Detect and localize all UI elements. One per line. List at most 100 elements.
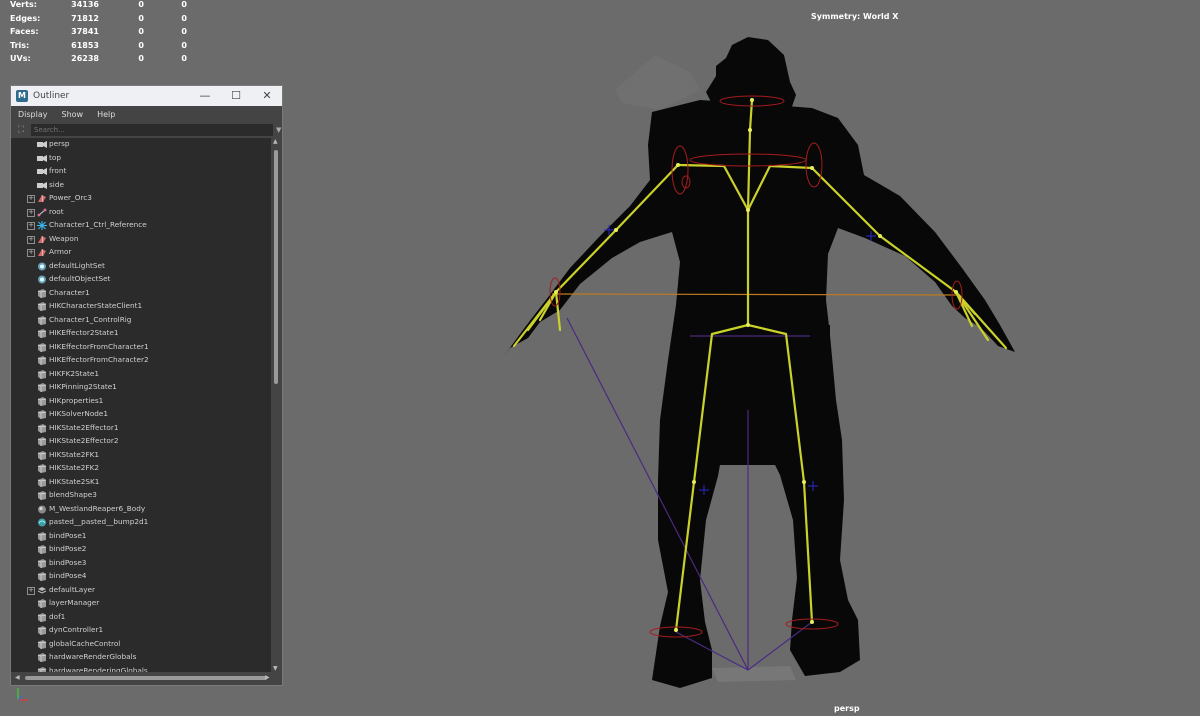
expand-icon[interactable]: +: [27, 208, 35, 217]
outliner-item[interactable]: dynController1: [11, 624, 272, 638]
outliner-item[interactable]: M_WestlandReaper6_Body: [11, 503, 272, 517]
search-options-arrow-icon[interactable]: ▼: [276, 126, 281, 134]
select-search-icon[interactable]: ⛶: [15, 124, 27, 136]
scroll-up-arrow-icon[interactable]: ▲: [273, 138, 278, 145]
outliner-item[interactable]: Character1_ControlRig: [11, 314, 272, 328]
outliner-item[interactable]: bindPose2: [11, 543, 272, 557]
outliner-item[interactable]: HIKEffectorFromCharacter1: [11, 341, 272, 355]
outliner-item-label: Armor: [49, 247, 72, 256]
menu-help[interactable]: Help: [90, 110, 122, 119]
menu-show[interactable]: Show: [55, 110, 91, 119]
node-icon: [37, 356, 47, 365]
node-icon: [37, 396, 47, 406]
outliner-item[interactable]: HIKCharacterStateClient1: [11, 300, 272, 314]
hud-stat-extra: 0: [181, 13, 187, 23]
scroll-left-arrow-icon[interactable]: ◀: [15, 674, 20, 681]
outliner-item[interactable]: front: [11, 165, 272, 179]
outliner-item[interactable]: pasted__pasted__bump2d1: [11, 516, 272, 530]
outliner-item[interactable]: HIKFK2State1: [11, 368, 272, 382]
outliner-item[interactable]: HIKproperties1: [11, 395, 272, 409]
outliner-item[interactable]: + root: [11, 206, 272, 220]
outliner-item[interactable]: HIKState2FK1: [11, 449, 272, 463]
outliner-item[interactable]: HIKState2FK2: [11, 462, 272, 476]
outliner-item-label: bindPose2: [49, 544, 87, 553]
outliner-item[interactable]: persp: [11, 138, 272, 152]
node-icon: [37, 342, 47, 352]
outliner-menubar: Display Show Help: [11, 106, 282, 122]
outliner-item-label: HIKState2Effector2: [49, 436, 119, 445]
outliner-vertical-scrollbar[interactable]: ▲ ▼: [271, 138, 282, 672]
outliner-item[interactable]: + Power_Orc3: [11, 192, 272, 206]
outliner-window[interactable]: M Outliner — ☐ ✕ Display Show Help ⛶ ▼ p…: [10, 85, 283, 686]
outliner-item[interactable]: HIKSolverNode1: [11, 408, 272, 422]
minimize-button[interactable]: —: [191, 86, 219, 106]
axis-gizmo: [17, 688, 28, 701]
set-icon: [37, 275, 47, 284]
outliner-item[interactable]: + defaultLayer: [11, 584, 272, 598]
node-icon: [37, 423, 47, 433]
outliner-item[interactable]: + Weapon: [11, 233, 272, 247]
outliner-horizontal-scrollbar[interactable]: ◀ ▶: [11, 672, 282, 685]
outliner-item[interactable]: HIKPinning2State1: [11, 381, 272, 395]
horizontal-scroll-thumb[interactable]: [25, 676, 267, 680]
outliner-item-label: Power_Orc3: [49, 193, 92, 202]
outliner-title: Outliner: [33, 91, 70, 101]
outliner-search-row: ⛶ ▼: [11, 122, 282, 138]
menu-display[interactable]: Display: [11, 110, 55, 119]
outliner-item[interactable]: HIKEffectorFromCharacter2: [11, 354, 272, 368]
camera-icon: [37, 181, 47, 190]
outliner-item-label: HIKPinning2State1: [49, 382, 117, 391]
outliner-item[interactable]: HIKState2SK1: [11, 476, 272, 490]
outliner-item[interactable]: HIKState2Effector2: [11, 435, 272, 449]
outliner-item[interactable]: HIKState2Effector1: [11, 422, 272, 436]
expand-icon[interactable]: +: [27, 249, 35, 257]
expand-icon[interactable]: +: [27, 222, 35, 230]
bump-icon: [37, 518, 47, 527]
outliner-item[interactable]: defaultObjectSet: [11, 273, 272, 287]
camera-icon: [37, 167, 47, 176]
close-button[interactable]: ✕: [253, 86, 281, 106]
hud-stat-extra: 0: [181, 40, 187, 50]
outliner-titlebar[interactable]: M Outliner — ☐ ✕: [11, 86, 282, 106]
expand-icon[interactable]: +: [27, 586, 35, 595]
hud-stat-selected: 0: [138, 13, 144, 23]
outliner-item-label: defaultObjectSet: [49, 274, 111, 283]
node-icon: [37, 477, 47, 487]
outliner-item[interactable]: layerManager: [11, 597, 272, 611]
outliner-item[interactable]: dof1: [11, 611, 272, 625]
outliner-item[interactable]: side: [11, 179, 272, 193]
outliner-item[interactable]: bindPose1: [11, 530, 272, 544]
outliner-item[interactable]: hardwareRenderingGlobals: [11, 665, 272, 672]
outliner-item[interactable]: globalCacheControl: [11, 638, 272, 652]
expand-icon[interactable]: +: [27, 235, 35, 244]
outliner-item[interactable]: Character1: [11, 287, 272, 301]
scroll-right-arrow-icon[interactable]: ▶: [265, 674, 270, 681]
outliner-item[interactable]: + Armor: [11, 246, 272, 260]
outliner-item[interactable]: bindPose4: [11, 570, 272, 584]
outliner-item-label: M_WestlandReaper6_Body: [49, 503, 146, 513]
floor-grid: [712, 666, 796, 682]
node-icon: [37, 288, 47, 298]
outliner-item-label: defaultLightSet: [49, 260, 105, 270]
outliner-item[interactable]: defaultLightSet: [11, 260, 272, 274]
outliner-item[interactable]: bindPose3: [11, 557, 272, 571]
outliner-item-label: dof1: [49, 611, 66, 621]
outliner-item[interactable]: HIKEffector2State1: [11, 327, 272, 341]
outliner-item-label: persp: [49, 139, 70, 148]
scroll-down-arrow-icon[interactable]: ▼: [273, 665, 278, 672]
maximize-button[interactable]: ☐: [222, 86, 250, 106]
hud-stat-selected: 0: [138, 40, 144, 50]
outliner-item[interactable]: blendShape3: [11, 489, 272, 503]
outliner-node-list[interactable]: persp top front side + Power_Orc3 + root + Charac…: [11, 138, 272, 672]
outliner-search-input[interactable]: [31, 124, 273, 136]
vertical-scroll-thumb[interactable]: [274, 150, 278, 384]
outliner-item-label: HIKproperties1: [49, 395, 104, 405]
expand-icon[interactable]: +: [27, 195, 35, 203]
outliner-item[interactable]: + Character1_Ctrl_Reference: [11, 219, 272, 233]
outliner-item[interactable]: top: [11, 152, 272, 166]
outliner-item[interactable]: hardwareRenderGlobals: [11, 651, 272, 665]
node-icon: [37, 315, 47, 325]
hud-stat-extra: 0: [181, 27, 187, 36]
node-icon: [37, 653, 47, 662]
hud-stat-label: UVs:: [10, 54, 31, 63]
